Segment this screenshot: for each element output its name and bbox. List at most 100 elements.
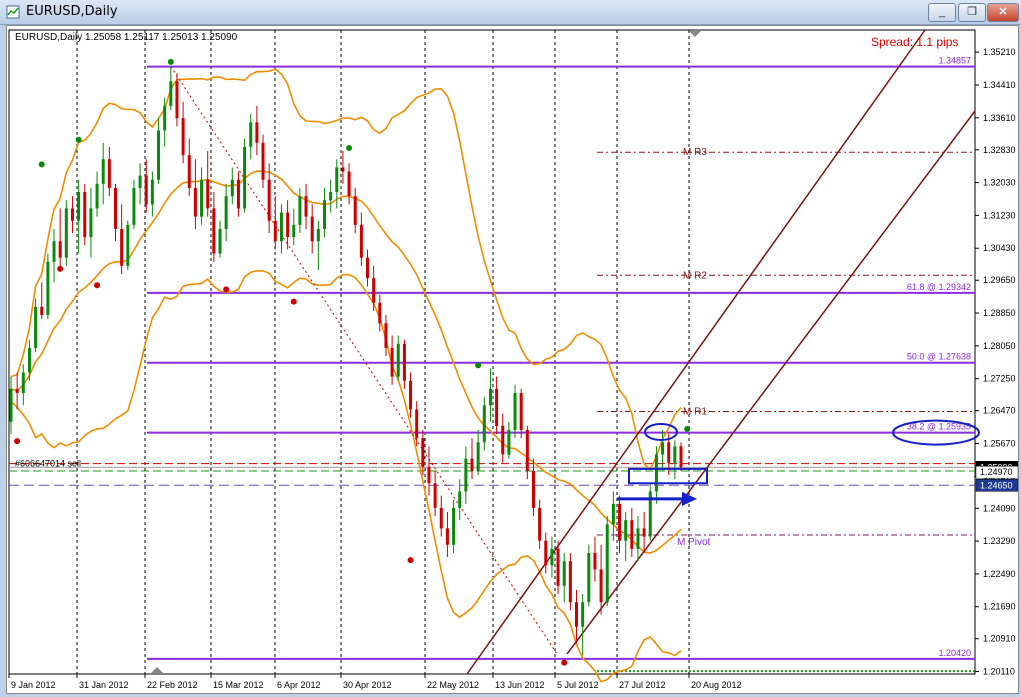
y-tick-label: 1.23290: [983, 536, 1016, 546]
pivot-level-label: M R1: [683, 406, 707, 417]
candle-body: [329, 192, 333, 201]
candle-body: [421, 438, 425, 467]
candle-body: [568, 561, 572, 603]
y-tick-label: 1.35210: [983, 47, 1016, 57]
candle-body: [9, 388, 13, 422]
candle-body: [519, 393, 523, 430]
candle-body: [64, 208, 68, 258]
window-title: EURUSD,Daily: [26, 4, 118, 19]
candle-body: [384, 323, 388, 348]
candle-body: [27, 347, 31, 373]
x-tick-label: 27 Jul 2012: [619, 680, 666, 690]
candle-body: [593, 552, 597, 570]
restore-button[interactable]: ❐: [958, 3, 986, 22]
candle-body: [476, 442, 480, 471]
candle-body: [556, 548, 560, 586]
candle-body: [673, 446, 677, 463]
close-button[interactable]: ✕: [987, 3, 1019, 22]
candle-body: [427, 466, 431, 484]
candle-body: [224, 196, 228, 229]
candle-body: [452, 507, 456, 545]
fractal-down-dot: [290, 298, 297, 305]
x-tick-label: 13 Jun 2012: [495, 680, 545, 690]
candle-body: [200, 179, 204, 217]
candle-body: [107, 159, 111, 188]
y-tick-label: 1.32030: [983, 178, 1016, 188]
candle-body: [120, 228, 124, 266]
minimize-button[interactable]: _: [928, 3, 956, 22]
candle-body: [378, 302, 382, 324]
candle-body: [458, 491, 462, 508]
candle-body: [581, 602, 585, 627]
candle-body: [243, 146, 247, 209]
y-tick-label: 1.20910: [983, 634, 1016, 644]
y-tick-label: 1.22490: [983, 569, 1016, 579]
candle-body: [132, 187, 136, 225]
candle-body: [316, 228, 320, 242]
candle-body: [138, 175, 142, 188]
candle-body: [267, 179, 271, 221]
fractal-up-dot: [167, 58, 174, 65]
fractal-down-dot: [407, 557, 414, 564]
candle-body: [126, 224, 130, 266]
candle-body: [310, 216, 314, 242]
candle-body: [575, 602, 579, 627]
chart-window-icon: [6, 5, 20, 19]
candle-body: [439, 507, 443, 529]
y-tick-label: 1.20110: [983, 667, 1015, 677]
candle-body: [630, 520, 634, 549]
candle-body: [70, 208, 74, 221]
candle-body: [273, 220, 277, 242]
x-tick-label: 5 Jul 2012: [557, 680, 599, 690]
price-tag-label: 1.24970: [980, 467, 1013, 477]
candle-body: [642, 528, 646, 537]
y-tick-label: 1.21690: [983, 602, 1016, 612]
ohlc-label: EURUSD,Daily 1.25058 1.25117 1.25013 1.2…: [15, 32, 238, 43]
x-tick-label: 22 Feb 2012: [147, 680, 198, 690]
y-tick-label: 1.25670: [983, 438, 1016, 448]
candle-body: [347, 171, 351, 197]
candle-body: [150, 179, 154, 205]
candle-body: [46, 261, 50, 316]
candle-body: [605, 524, 609, 603]
y-tick-label: 1.29650: [983, 275, 1016, 285]
candle-body: [433, 483, 437, 508]
chart-area[interactable]: 9 Jan 2012 31 Jan 2012 22 Feb 2012 15 Mar 2…: [6, 25, 1019, 694]
candle-body: [507, 429, 511, 455]
candle-body: [445, 528, 449, 545]
candle-body: [236, 179, 240, 209]
candle-body: [618, 503, 622, 541]
candle-body: [513, 393, 517, 430]
price-chart[interactable]: 9 Jan 2012 31 Jan 2012 22 Feb 2012 15 Mar 2…: [7, 26, 1018, 693]
x-tick-label: 20 Aug 2012: [691, 680, 742, 690]
title-bar[interactable]: EURUSD,Daily _ ❐ ✕: [0, 0, 1021, 25]
fractal-down-dot: [561, 659, 568, 666]
y-tick-label: 1.28050: [983, 341, 1016, 351]
candle-body: [286, 212, 290, 238]
candle-body: [636, 528, 640, 549]
candle-body: [624, 520, 628, 541]
candle-body: [599, 569, 603, 603]
candle-body: [193, 187, 197, 217]
candle-body: [415, 409, 419, 439]
candle-body: [298, 196, 302, 225]
candle-body: [654, 454, 658, 492]
candle-body: [366, 257, 370, 279]
y-tick-label: 1.33610: [983, 113, 1016, 123]
candle-body: [95, 183, 99, 209]
candle-body: [261, 142, 265, 180]
fractal-up-dot: [75, 136, 82, 143]
fib-level-label: 61.8 @ 1.29342: [907, 282, 971, 292]
candle-body: [255, 122, 259, 143]
candle-body: [501, 425, 505, 455]
candle-body: [15, 388, 19, 394]
chart-window: EURUSD,Daily _ ❐ ✕ 9 Jan 2012 31 Jan 2012…: [0, 0, 1021, 697]
fractal-down-dot: [223, 286, 230, 293]
candle-body: [101, 159, 105, 184]
candle-body: [144, 175, 148, 205]
candle-body: [279, 212, 283, 242]
candle-body: [611, 503, 615, 525]
candle-body: [187, 155, 191, 188]
fib-level-label: 1.20420: [938, 648, 971, 658]
candle-body: [587, 552, 591, 603]
